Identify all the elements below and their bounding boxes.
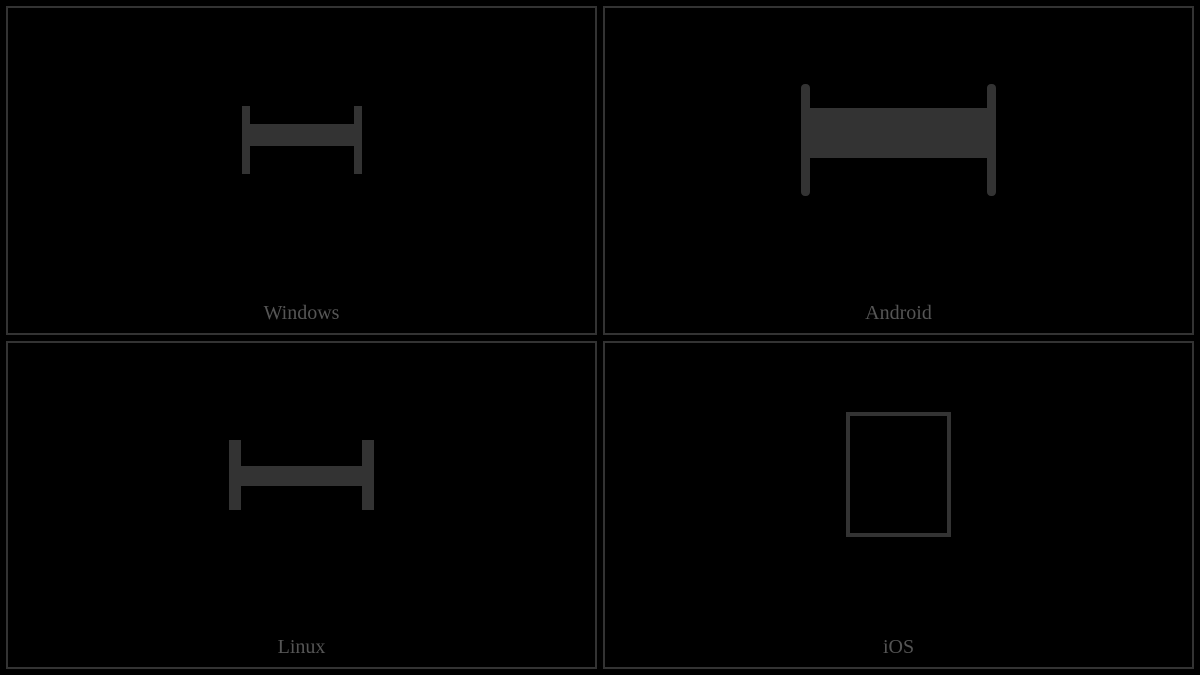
cell-windows: Windows [6,6,597,335]
glyph-android-icon [801,84,996,196]
glyph-container-android [605,0,1192,303]
label-linux: Linux [278,636,326,659]
cell-android: Android [603,6,1194,335]
glyph-container-windows [8,0,595,303]
glyph-linux-icon [229,440,374,510]
glyph-ios-missing-icon [846,412,951,537]
glyph-container-ios [605,313,1192,638]
cell-ios: iOS [603,341,1194,670]
label-ios: iOS [883,636,914,659]
cell-linux: Linux [6,341,597,670]
glyph-windows-icon [242,106,362,174]
glyph-container-linux [8,313,595,638]
